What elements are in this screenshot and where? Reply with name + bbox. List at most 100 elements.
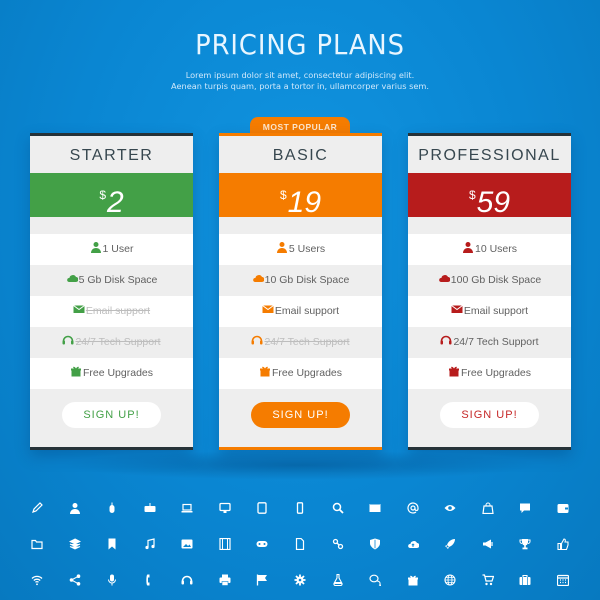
feature-item: 10 Users [408,234,571,265]
page-subtitle: Lorem ipsum dolor sit amet, consectetur … [0,70,600,92]
price-amount: 59 [476,186,511,219]
plan-name: BASIC [219,136,382,173]
feature-text: 5 Gb Disk Space [78,274,158,286]
sign-up-button-professional[interactable]: SIGN UP! [440,402,539,428]
feature-text: Free Upgrades [271,367,343,379]
microphone-icon [105,573,119,587]
feature-text: 5 Users [288,243,326,255]
spacer [30,217,193,234]
mail-icon [451,297,463,313]
cloud-upload-icon [406,537,420,551]
price-currency: $ [468,188,476,202]
document-icon [293,537,307,551]
feature-item: 1 User [30,234,193,265]
telephone-icon [143,573,157,587]
price-currency: $ [99,188,106,202]
gamepad-icon [255,537,269,551]
rocket-icon [443,537,457,551]
gift-icon [259,359,270,377]
tablet-icon [255,501,269,515]
headset-icon [440,328,452,345]
plan-price: $2 [30,173,193,219]
calendar-icon [556,573,570,587]
feature-text: 24/7 Tech Support [75,336,161,348]
gift-icon [448,359,459,377]
image-icon [180,537,194,551]
plan-name: STARTER [30,136,193,173]
cart-icon [481,573,495,587]
card-footer: SIGN UP! [219,389,382,447]
cloud-icon [66,266,79,282]
feature-text: 10 Users [474,243,517,255]
chat-bubbles-icon [368,573,382,587]
cloud-icon [438,266,451,282]
chat-icon [518,501,532,515]
shield-icon [368,537,382,551]
gear-icon [293,573,307,587]
headset-icon [62,328,74,345]
plan-card-professional: PROFESSIONAL $59 10 Users 100 Gb Disk Space… [408,133,571,450]
share-icon [68,573,82,587]
printer-icon [218,573,232,587]
headset-icon [180,573,194,587]
feature-text: 24/7 Tech Support [264,336,350,348]
cloud-icon [252,266,265,282]
feature-text: Email support [463,305,529,317]
feature-text: 24/7 Tech Support [453,336,539,348]
monitor-icon [218,501,232,515]
keyboard-icon [143,501,157,515]
feature-list: 1 User 5 Gb Disk Space Email support 24/7 T… [30,234,193,389]
wallet-icon [556,501,570,515]
feature-text: Email support [85,305,151,317]
price-currency: $ [279,188,287,202]
flask-icon [331,573,345,587]
flag-icon [255,573,269,587]
feature-text: 100 Gb Disk Space [450,274,542,286]
shopping-bag-icon [481,501,495,515]
subtitle-line-2: Aenean turpis quam, porta a tortor in, u… [171,81,429,91]
headset-icon [251,328,263,345]
page-header: PRICING PLANS Lorem ipsum dolor sit amet… [0,28,600,92]
price-amount: 19 [287,186,322,219]
plan-name: PROFESSIONAL [408,136,571,173]
feature-item: Email support [408,296,571,327]
plan-price: $59 [408,173,571,219]
page-title: PRICING PLANS [195,28,405,61]
trophy-icon [518,537,532,551]
icon-grid-row [30,526,570,562]
price-amount: 2 [107,186,124,219]
subtitle-line-1: Lorem ipsum dolor sit amet, consectetur … [185,70,415,80]
user-icon [276,235,287,253]
at-icon [406,501,420,515]
briefcase-icon [518,573,532,587]
music-icon [143,537,157,551]
sign-up-button-basic[interactable]: SIGN UP! [251,402,350,428]
feature-item: Free Upgrades [30,358,193,389]
feature-text: Free Upgrades [460,367,532,379]
link-icon [331,537,345,551]
feature-item: 24/7 Tech Support [30,327,193,358]
spacer [408,217,571,234]
folder-icon [30,537,44,551]
mouse-icon [105,501,119,515]
plan-card-starter: STARTER $2 1 User 5 Gb Disk Space Email supp… [30,133,193,450]
feature-text: Email support [274,305,340,317]
feature-item: 10 Gb Disk Space [219,265,382,296]
mail-icon [262,297,274,313]
card-footer: SIGN UP! [30,389,193,447]
icon-grid-row [30,562,570,598]
search-icon [331,501,345,515]
megaphone-icon [481,537,495,551]
card-footer: SIGN UP! [408,389,571,447]
user-icon [90,235,101,253]
icon-grid [30,490,570,598]
feature-text: 10 Gb Disk Space [264,274,350,286]
user-icon [68,501,82,515]
eye-icon [443,501,457,515]
wifi-icon [30,573,44,587]
feature-item: 24/7 Tech Support [219,327,382,358]
thumbs-up-icon [556,537,570,551]
feature-text: Free Upgrades [82,367,154,379]
sign-up-button-starter[interactable]: SIGN UP! [62,402,161,428]
feature-item: 5 Gb Disk Space [30,265,193,296]
